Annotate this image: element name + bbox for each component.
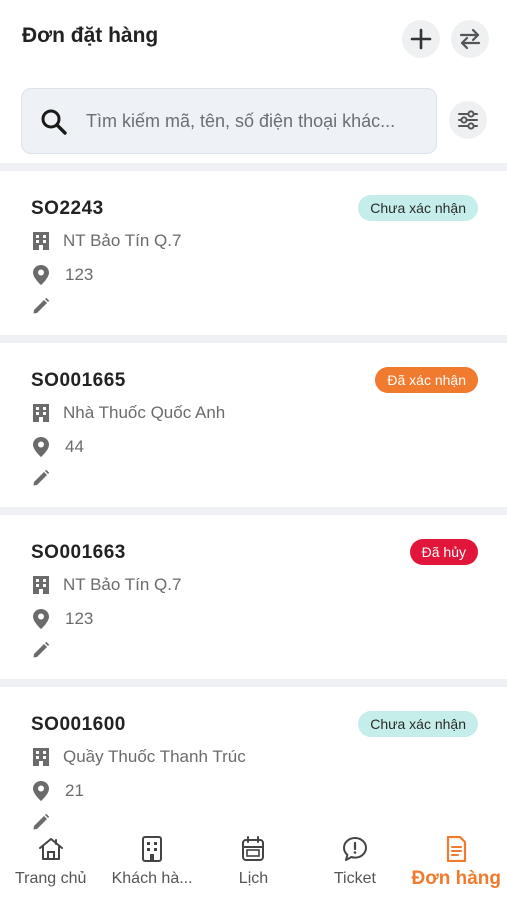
order-list[interactable]: SO2243 Chưa xác nhận NT Bảo Tín Q.7 123 …: [0, 163, 507, 830]
nav-item-ticket[interactable]: Ticket: [304, 830, 405, 900]
nav-item-customers[interactable]: Khách hà...: [101, 830, 202, 900]
location-row: 123: [31, 265, 93, 285]
add-order-button[interactable]: [402, 20, 440, 58]
nav-label: Khách hà...: [111, 870, 193, 887]
ticket-chat-icon: [342, 836, 368, 862]
pencil-icon[interactable]: [31, 468, 51, 488]
store-name: NT Bảo Tín Q.7: [63, 231, 182, 250]
page-title: Đơn đặt hàng: [22, 24, 159, 47]
switch-view-button[interactable]: [451, 20, 489, 58]
edit-row[interactable]: [31, 640, 63, 660]
home-icon: [38, 836, 64, 862]
nav-item-home[interactable]: Trang chủ: [0, 830, 101, 900]
location-row: 44: [31, 437, 84, 457]
order-card[interactable]: SO2243 Chưa xác nhận NT Bảo Tín Q.7 123: [0, 171, 507, 335]
bottom-nav: Trang chủ Khách hà... Lịch Ticket Đơn hà…: [0, 830, 507, 900]
store-name: Quầy Thuốc Thanh Trúc: [63, 747, 246, 766]
store-name: NT Bảo Tín Q.7: [63, 575, 182, 594]
store-row: NT Bảo Tín Q.7: [31, 575, 181, 595]
nav-label: Ticket: [333, 870, 376, 887]
store-row: Nhà Thuốc Quốc Anh: [31, 403, 225, 423]
order-code: SO001665: [31, 370, 126, 391]
location-pin-icon: [31, 437, 51, 457]
nav-label: Đơn hàng: [411, 868, 502, 889]
status-badge: Đã xác nhận: [375, 367, 478, 393]
building-icon: [31, 231, 51, 251]
search-input[interactable]: [86, 89, 426, 153]
pencil-icon[interactable]: [31, 812, 51, 830]
swap-arrows-icon: [459, 28, 481, 50]
building-icon: [31, 747, 51, 767]
building-icon: [31, 575, 51, 595]
location-value: 123: [65, 609, 94, 628]
location-pin-icon: [31, 609, 51, 629]
order-card[interactable]: SO001600 Chưa xác nhận Quầy Thuốc Thanh …: [0, 687, 507, 830]
location-value: 123: [65, 265, 94, 284]
order-code: SO001663: [31, 542, 126, 563]
location-value: 21: [65, 781, 84, 800]
nav-label: Lịch: [238, 870, 269, 887]
location-pin-icon: [31, 265, 51, 285]
building-icon: [141, 836, 163, 862]
status-badge: Đã hủy: [409, 539, 478, 565]
nav-label: Trang chủ: [14, 870, 87, 887]
pencil-icon[interactable]: [31, 296, 51, 316]
location-pin-icon: [31, 781, 51, 801]
store-name: Nhà Thuốc Quốc Anh: [63, 403, 226, 422]
order-code: SO2243: [31, 198, 104, 219]
order-code: SO001600: [31, 714, 126, 735]
search-box: [21, 88, 437, 154]
edit-row[interactable]: [31, 296, 63, 316]
order-document-icon: [445, 836, 467, 862]
order-card[interactable]: SO001665 Đã xác nhận Nhà Thuốc Quốc Anh …: [0, 343, 507, 507]
plus-icon: [410, 28, 432, 50]
building-icon: [31, 403, 51, 423]
filter-button[interactable]: [449, 101, 487, 139]
pencil-icon[interactable]: [31, 640, 51, 660]
store-row: Quầy Thuốc Thanh Trúc: [31, 747, 246, 767]
filter-sliders-icon: [458, 110, 478, 130]
app-header: Đơn đặt hàng: [0, 0, 507, 80]
calendar-icon: [241, 836, 265, 862]
location-row: 21: [31, 781, 84, 801]
location-value: 44: [65, 437, 84, 456]
store-row: NT Bảo Tín Q.7: [31, 231, 181, 251]
status-badge: Chưa xác nhận: [358, 195, 478, 221]
edit-row[interactable]: [31, 812, 63, 830]
search-icon: [41, 109, 67, 135]
nav-item-orders[interactable]: Đơn hàng: [406, 830, 507, 900]
order-card[interactable]: SO001663 Đã hủy NT Bảo Tín Q.7 123: [0, 515, 507, 679]
nav-item-calendar[interactable]: Lịch: [203, 830, 304, 900]
status-badge: Chưa xác nhận: [358, 711, 478, 737]
location-row: 123: [31, 609, 93, 629]
edit-row[interactable]: [31, 468, 63, 488]
